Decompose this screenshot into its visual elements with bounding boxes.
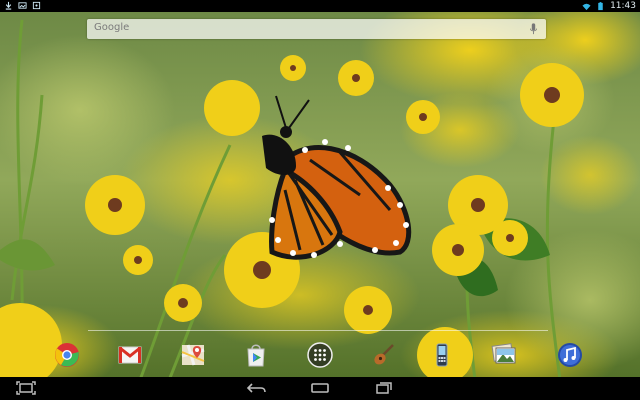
- back-icon: [246, 383, 266, 393]
- recent-apps-icon: [376, 382, 392, 394]
- microphone-icon[interactable]: [529, 23, 538, 35]
- maps-icon[interactable]: [180, 342, 206, 368]
- status-time: 11:43: [610, 1, 636, 11]
- all-apps-icon[interactable]: [307, 342, 333, 368]
- media-icon: [32, 1, 41, 10]
- chrome-icon[interactable]: [54, 342, 80, 368]
- download-icon: [5, 1, 12, 10]
- status-notifications: [4, 1, 41, 10]
- status-bar: 11:43: [0, 0, 640, 12]
- home-icon: [311, 383, 329, 393]
- dock-divider: [88, 330, 548, 331]
- play-store-icon[interactable]: [243, 342, 269, 368]
- battery-icon: [598, 1, 603, 10]
- navigation-bar: [0, 377, 640, 400]
- screenshot-icon: [16, 381, 36, 395]
- google-logo-text: Google: [94, 22, 130, 33]
- gallery-icon[interactable]: [491, 341, 517, 367]
- gmail-icon[interactable]: [117, 342, 143, 368]
- home-button[interactable]: [309, 380, 331, 396]
- image-icon: [18, 2, 27, 9]
- phone-icon[interactable]: [429, 342, 455, 368]
- back-button[interactable]: [246, 380, 268, 396]
- music-guitar-icon[interactable]: [371, 342, 397, 368]
- wifi-icon: [582, 3, 591, 10]
- recent-apps-button[interactable]: [373, 380, 395, 396]
- music-icon[interactable]: [557, 342, 583, 368]
- status-system-icons: 11:43: [582, 0, 636, 12]
- screenshot-button[interactable]: [15, 380, 37, 396]
- butterfly-flower-wallpaper: [0, 0, 640, 400]
- google-search-bar[interactable]: Google: [87, 19, 546, 39]
